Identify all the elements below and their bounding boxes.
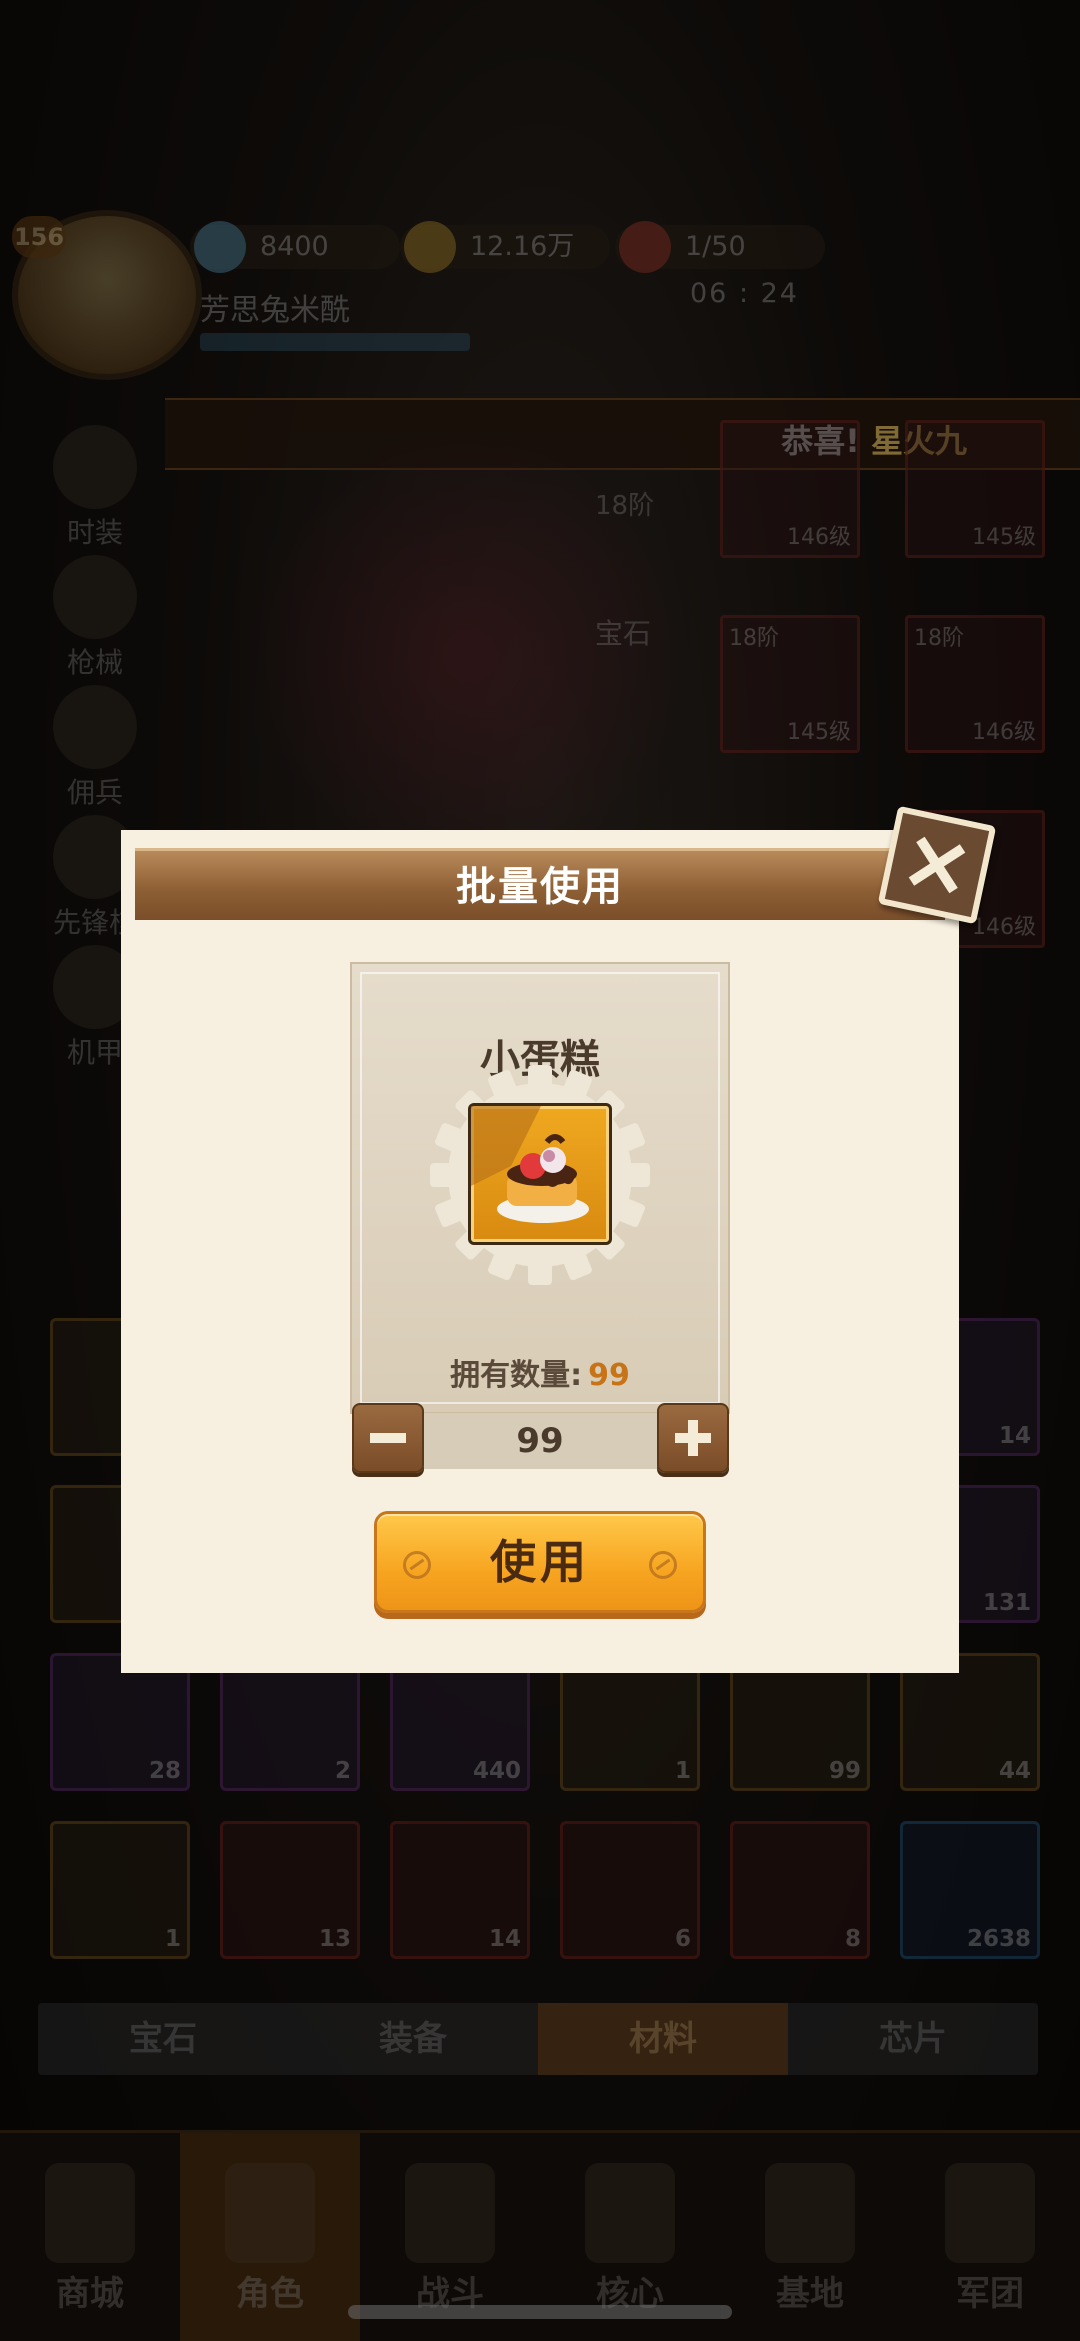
cake-icon <box>471 1106 589 1223</box>
decor-dot-icon <box>649 1551 677 1579</box>
use-button[interactable]: 使用 <box>374 1511 706 1613</box>
owned-quantity: 拥有数量: 99 <box>0 1350 1080 1394</box>
close-icon <box>885 813 989 917</box>
close-button[interactable] <box>877 805 997 925</box>
decrease-button[interactable] <box>352 1403 424 1473</box>
cake-item-icon <box>468 1103 612 1245</box>
plus-icon <box>659 1405 727 1471</box>
minus-icon <box>354 1405 422 1471</box>
dialog-header: 批量使用 <box>135 848 945 920</box>
quantity-field[interactable]: 99 <box>375 1413 705 1469</box>
dialog-title: 批量使用 <box>456 864 624 910</box>
owned-label: 拥有数量: <box>450 1358 583 1393</box>
owned-count: 99 <box>588 1358 630 1393</box>
quantity-value: 99 <box>516 1421 564 1461</box>
increase-button[interactable] <box>657 1403 729 1473</box>
